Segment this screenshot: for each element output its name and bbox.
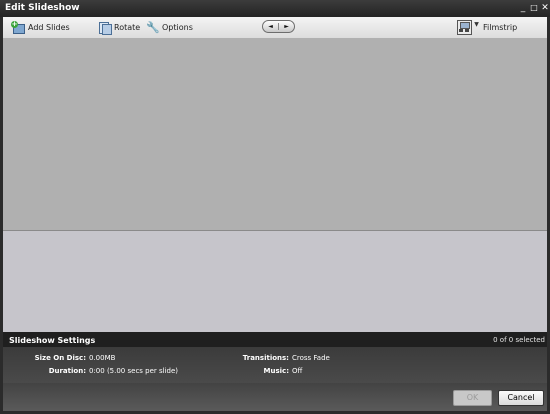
rotate-icon [98, 21, 112, 35]
music-value[interactable]: Off [292, 367, 302, 375]
filmstrip-icon[interactable] [457, 20, 472, 35]
transitions-label: Transitions: [242, 354, 289, 362]
maximize-button[interactable]: □ [529, 3, 539, 13]
add-slides-icon: + [11, 21, 26, 34]
cancel-button[interactable]: Cancel [498, 390, 544, 406]
nav-divider [278, 23, 279, 30]
edit-slideshow-window: Edit Slideshow _ □ ✕ + Add Slides Rotate… [0, 0, 550, 414]
next-slide-button[interactable]: ► [280, 21, 293, 32]
rotate-label: Rotate [114, 23, 141, 32]
close-button[interactable]: ✕ [540, 3, 550, 13]
slide-navigation: ◄ ► [262, 20, 295, 33]
duration-label: Duration: [48, 367, 86, 375]
ok-button[interactable]: OK [453, 390, 492, 406]
title-bar[interactable]: Edit Slideshow _ □ ✕ [0, 0, 550, 17]
transitions-value[interactable]: Cross Fade [292, 354, 330, 362]
rotate-button[interactable]: Rotate [98, 20, 140, 35]
slide-preview-area[interactable] [3, 38, 547, 231]
minimize-button[interactable]: _ [518, 3, 528, 13]
previous-slide-button[interactable]: ◄ [264, 21, 277, 32]
add-slides-button[interactable]: + Add Slides [11, 20, 70, 35]
filmstrip-area[interactable] [3, 231, 547, 332]
options-label: Options [162, 23, 193, 32]
filmstrip-label[interactable]: Filmstrip [483, 23, 517, 32]
add-slides-label: Add Slides [28, 23, 70, 32]
options-button[interactable]: 🔧 Options [146, 20, 193, 35]
selection-count: 0 of 0 selected [493, 336, 545, 344]
settings-panel: Size On Disc: 0.00MB Duration: 0:00 (5.0… [3, 347, 547, 383]
music-label: Music: [263, 367, 289, 375]
size-on-disc-value: 0.00MB [89, 354, 116, 362]
size-on-disc-label: Size On Disc: [34, 354, 86, 362]
duration-value: 0:00 (5.00 secs per slide) [89, 367, 179, 375]
settings-title: Slideshow Settings [9, 336, 96, 345]
dialog-footer: OK Cancel [3, 383, 547, 411]
toolbar: + Add Slides Rotate 🔧 Options ◄ ► ▼ Film… [3, 17, 547, 39]
wrench-icon: 🔧 [146, 21, 160, 34]
settings-header: Slideshow Settings 0 of 0 selected [3, 332, 547, 347]
chevron-down-icon[interactable]: ▼ [473, 20, 480, 33]
window-title: Edit Slideshow [5, 3, 80, 13]
